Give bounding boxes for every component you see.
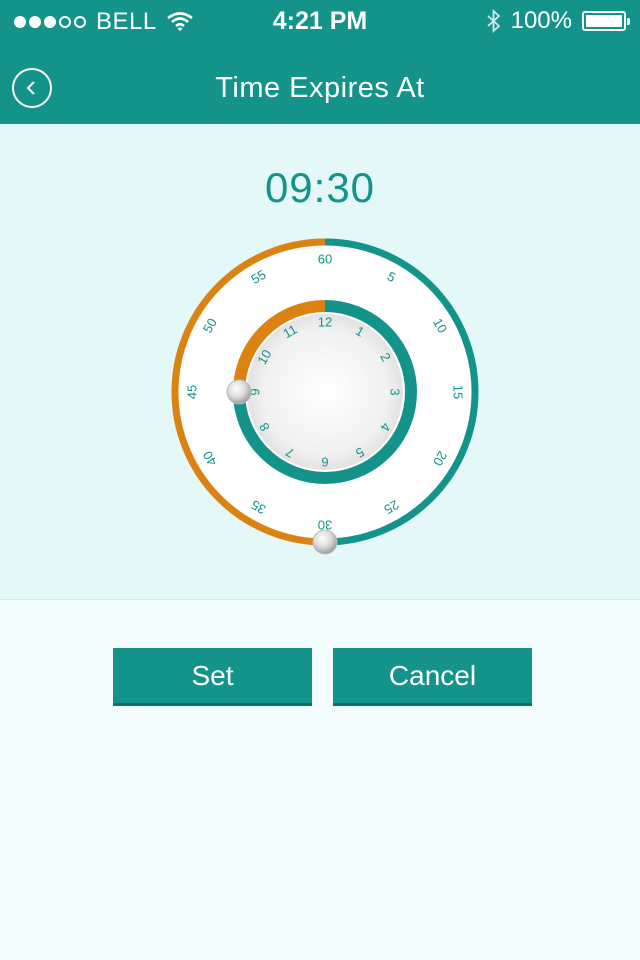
hour-handle[interactable] bbox=[226, 379, 252, 405]
cancel-button[interactable]: Cancel bbox=[333, 648, 532, 706]
dial-center bbox=[247, 314, 403, 470]
minute-handle[interactable] bbox=[312, 529, 338, 555]
minute-label: 15 bbox=[451, 385, 466, 399]
minute-label: 60 bbox=[318, 252, 332, 267]
time-dial: 60510152025303540455055 121234567891011 bbox=[171, 238, 479, 555]
minute-label: 45 bbox=[185, 385, 200, 399]
hour-label: 12 bbox=[318, 315, 332, 330]
hour-label: 6 bbox=[321, 455, 328, 470]
set-button[interactable]: Set bbox=[113, 648, 312, 706]
hour-label: 3 bbox=[388, 388, 403, 395]
